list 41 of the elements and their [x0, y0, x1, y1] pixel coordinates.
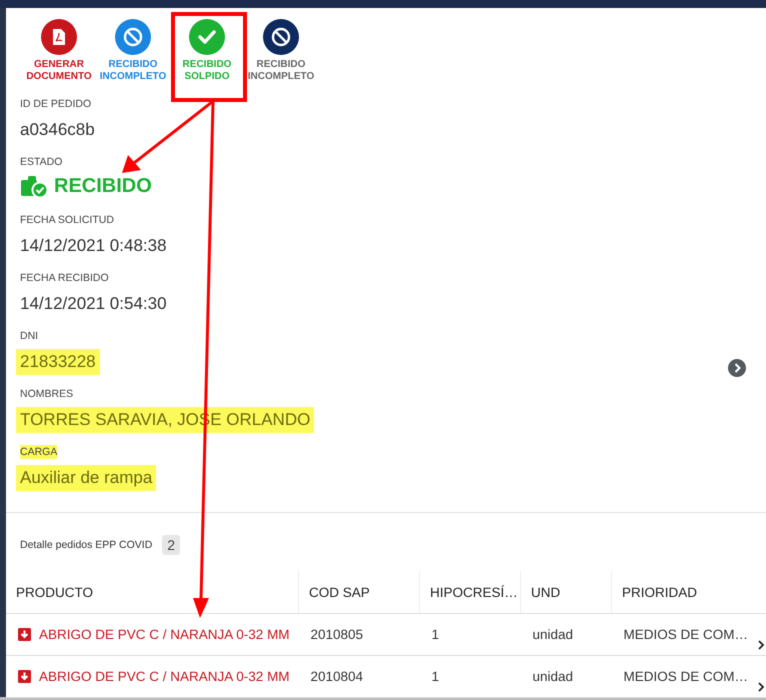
table-cell: unidad	[532, 669, 574, 684]
field-value: 21833228	[16, 349, 100, 375]
product-link[interactable]: ABRIGO DE PVC C / NARANJA 0-32 MM	[39, 627, 290, 642]
chevron-right-icon[interactable]	[728, 359, 746, 377]
count-badge: 2	[162, 535, 180, 555]
action-button[interactable]: GENERAR DOCUMENTO	[22, 19, 96, 83]
field-label: FECHA RECIBIDO	[20, 271, 109, 285]
section-title: Detalle pedidos EPP COVID	[20, 539, 152, 551]
field-label: DNI	[20, 329, 38, 343]
download-icon[interactable]	[18, 628, 31, 641]
chevron-right-icon[interactable]	[758, 640, 764, 650]
product-link[interactable]: ABRIGO DE PVC C / NARANJA 0-32 MM	[39, 669, 290, 684]
table-cell: MEDIOS DE COM…	[624, 627, 748, 642]
check-icon	[198, 30, 216, 44]
table-cell: 2010805	[310, 627, 364, 642]
column-header[interactable]: PRIORIDAD	[612, 571, 766, 614]
status-value: RECIBIDO	[54, 175, 152, 198]
table-cell: MEDIOS DE COM…	[624, 669, 748, 684]
action-button[interactable]: RECIBIDO INCOMPLETO	[96, 19, 170, 83]
column-header[interactable]: UND	[520, 571, 612, 614]
field-label: FECHA SOLICITUD	[20, 213, 114, 227]
ban-icon	[123, 27, 143, 47]
status-icon	[20, 176, 48, 198]
table-cell: unidad	[532, 627, 574, 642]
action-button[interactable]: RECIBIDO INCOMPLETO	[244, 19, 318, 83]
table-cell: 2010804	[310, 669, 364, 684]
pdf-icon	[52, 28, 66, 46]
column-header[interactable]: COD SAP	[298, 571, 420, 614]
field-value: 14/12/2021 0:48:38	[20, 235, 167, 257]
field-label: NOMBRES	[20, 387, 74, 401]
chevron-right-icon[interactable]	[758, 682, 764, 692]
table-cell: 1	[432, 627, 440, 642]
column-header[interactable]: HIPOCRESÍ…	[420, 571, 520, 614]
field-value: a0346c8b	[20, 119, 95, 141]
field-label: ID DE PEDIDO	[20, 97, 92, 111]
field-label: ESTADO	[20, 155, 62, 169]
field-value: 14/12/2021 0:54:30	[20, 293, 167, 315]
table-cell: 1	[432, 669, 440, 684]
field-value: Auxiliar de rampa	[16, 465, 156, 491]
download-icon[interactable]	[18, 670, 31, 683]
ban-icon	[271, 27, 291, 47]
